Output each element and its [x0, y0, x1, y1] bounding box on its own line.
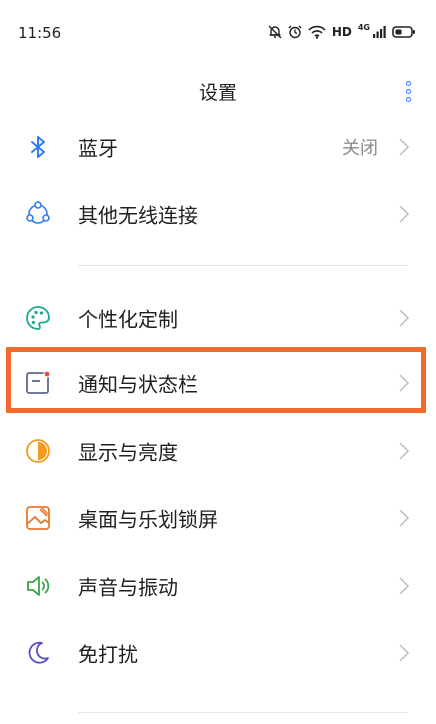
chevron-right-icon — [399, 577, 410, 595]
alarm-icon — [288, 25, 302, 39]
settings-item-display[interactable]: 显示与亮度 — [0, 418, 436, 484]
settings-item-label: 桌面与乐划锁屏 — [78, 507, 218, 532]
network-type-label: 4G — [357, 23, 370, 32]
wifi-icon — [308, 25, 326, 39]
settings-item-do-not-disturb[interactable]: 免打扰 — [0, 620, 436, 686]
chevron-right-icon — [399, 138, 410, 156]
page-title: 设置 — [198, 82, 237, 104]
wireless-connection-icon — [22, 198, 54, 230]
settings-item-label: 免打扰 — [78, 642, 138, 667]
settings-item-label: 声音与振动 — [78, 575, 178, 600]
chevron-right-icon — [399, 309, 410, 327]
wallpaper-icon — [22, 502, 54, 534]
mute-bell-icon — [268, 25, 282, 39]
settings-item-label: 蓝牙 — [78, 136, 118, 161]
chevron-right-icon — [399, 205, 410, 223]
settings-item-label: 个性化定制 — [78, 307, 178, 332]
settings-item-other-wireless[interactable]: 其他无线连接 — [0, 181, 436, 247]
highlight-box — [6, 347, 426, 413]
moon-icon — [22, 637, 54, 669]
signal-icon — [373, 26, 386, 38]
settings-item-label: 显示与亮度 — [78, 440, 178, 465]
settings-item-sound[interactable]: 声音与振动 — [0, 553, 436, 619]
battery-icon — [392, 26, 415, 38]
status-icons: HD 4G — [268, 22, 416, 42]
section-divider — [78, 712, 408, 713]
settings-item-label: 其他无线连接 — [78, 203, 198, 228]
settings-item-bluetooth[interactable]: 蓝牙 关闭 — [0, 114, 436, 180]
bluetooth-status-value: 关闭 — [342, 138, 378, 159]
hd-label: HD — [331, 25, 352, 39]
settings-item-personalization[interactable]: 个性化定制 — [0, 285, 436, 351]
section-divider — [78, 265, 408, 266]
palette-icon — [22, 302, 54, 334]
header: 设置 — [0, 60, 436, 120]
chevron-right-icon — [399, 509, 410, 527]
chevron-right-icon — [399, 644, 410, 662]
speaker-icon — [22, 570, 54, 602]
bluetooth-icon — [22, 131, 54, 163]
more-options-button[interactable] — [398, 78, 418, 104]
status-time: 11:56 — [18, 24, 62, 42]
chevron-right-icon — [399, 442, 410, 460]
settings-item-wallpaper[interactable]: 桌面与乐划锁屏 — [0, 485, 436, 551]
brightness-icon — [22, 435, 54, 467]
status-bar: 11:56 HD 4G — [0, 0, 436, 60]
